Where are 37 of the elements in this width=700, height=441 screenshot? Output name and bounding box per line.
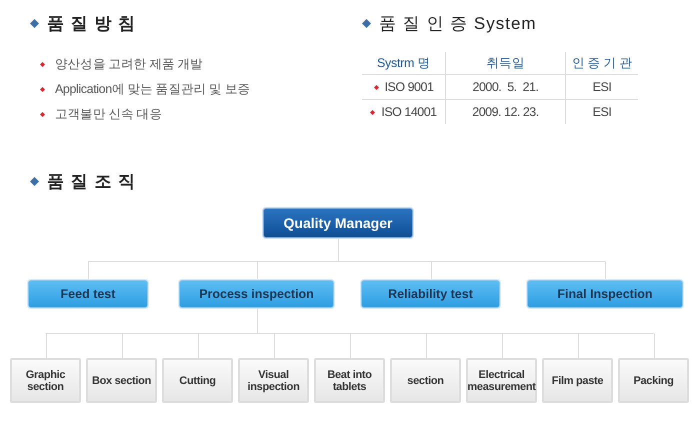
bullet-icon [40,112,45,117]
org-chart-node: Process inspection [179,280,334,308]
policy-item: Application에 맞는 품질관리 및 보증 [55,81,250,98]
section-title: 품 질 방 침 [47,12,136,34]
org-chart-node: Final Inspection [527,280,683,308]
table-cell: ESI [566,75,638,100]
org-chart-node: Beat into tablets [314,358,385,403]
column-header: 취득일 [446,52,566,75]
table-cell: ISO 9001 [362,75,446,100]
org-chart-node: Film paste [542,358,613,403]
org-chart-node: section [390,358,461,403]
org-chart-node: Reliability test [361,280,500,308]
policy-item: 양산성을 고려한 제품 개발 [55,56,203,73]
org-chart-node: Electrical measurement [466,358,537,403]
org-chart-node: Feed test [28,280,148,308]
section-title: 품 질 조 직 [47,170,136,192]
org-chart-node: Packing [618,358,689,403]
bullet-icon [40,87,45,92]
table-cell-text: ESI [592,104,612,121]
org-chart-node: Cutting [162,358,233,403]
table-cell: 2009. 12. 23. [446,100,566,124]
diamond-icon [30,176,39,186]
section-title: 품 질 인 증 System [379,12,537,34]
policy-item: 고객불만 신속 대응 [55,106,162,123]
column-header: Systrm 명 [362,52,446,75]
diamond-icon [362,18,371,28]
table-cell: 2000. 5. 21. [446,75,566,100]
bullet-icon [374,84,379,90]
org-chart-node: Visual inspection [238,358,309,403]
table-cell: ISO 14001 [362,100,446,124]
org-chart-node: Graphic section [10,358,81,403]
diamond-icon [30,18,39,28]
bullet-icon [40,62,45,67]
org-chart-node: Box section [86,358,157,403]
org-chart-node: Quality Manager [263,208,413,238]
column-header: 인 증 기 관 [566,52,638,75]
bullet-icon [370,110,376,114]
